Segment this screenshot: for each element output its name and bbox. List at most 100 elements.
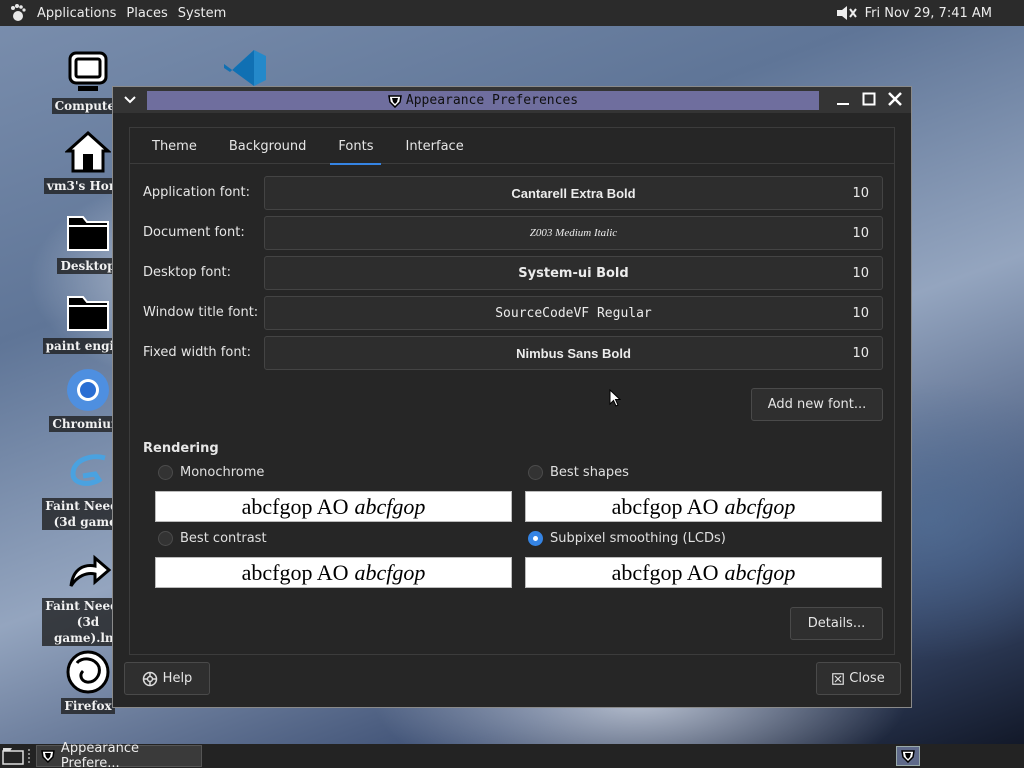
taskbar-item-label: Appearance Prefere...	[60, 741, 139, 768]
best-shapes-option[interactable]: Best shapes	[528, 465, 629, 480]
add-new-font-button[interactable]: Add new font...	[751, 388, 883, 421]
menu-places[interactable]: Places	[121, 0, 172, 26]
font-name: Z003 Medium Italic	[529, 227, 618, 239]
sample-text: abcfgop AO	[611, 559, 719, 585]
tab-bar: Theme Background Fonts Interface	[130, 128, 894, 165]
desktop-font-label: Desktop font:	[143, 265, 231, 280]
window-title-text: Appearance Preferences	[405, 93, 579, 108]
sample-italic-text: abcfgop	[724, 559, 796, 585]
best-contrast-radio[interactable]	[158, 531, 173, 546]
desktop-font-button[interactable]: System-ui Bold 10	[264, 256, 883, 290]
monochrome-radio[interactable]	[158, 465, 173, 480]
subpixel-smoothing-radio[interactable]	[528, 531, 543, 546]
details-button[interactable]: Details...	[790, 607, 883, 640]
appearance-tray-icon	[901, 750, 915, 763]
font-name: System-ui Bold	[518, 265, 629, 281]
firefox-icon	[66, 650, 110, 694]
mouse-pointer-icon	[609, 389, 621, 407]
appearance-app-icon	[388, 94, 402, 108]
taskbar-item-appearance[interactable]: Appearance Prefere...	[36, 741, 202, 768]
font-size: 10	[852, 346, 869, 361]
help-button[interactable]: Help	[124, 662, 210, 695]
desktop-icon-label: Firefox	[61, 698, 115, 714]
monochrome-option[interactable]: Monochrome	[158, 465, 264, 480]
folder-icon	[67, 216, 109, 251]
help-lifebuoy-icon	[142, 671, 157, 686]
home-icon	[65, 130, 111, 173]
volume-muted-icon[interactable]	[835, 3, 859, 23]
window-controls	[833, 89, 905, 109]
close-button[interactable]: Close	[816, 662, 901, 695]
vscode-icon[interactable]	[222, 48, 268, 88]
computer-icon	[68, 51, 108, 91]
best-shapes-radio[interactable]	[528, 465, 543, 480]
notebook-panel: Theme Background Fonts Interface Applica…	[129, 127, 895, 655]
gnome-foot-icon[interactable]	[8, 3, 28, 23]
font-name: Nimbus Sans Bold	[516, 345, 631, 361]
best-shapes-sample[interactable]: abcfgop AO abcfgop	[525, 491, 882, 522]
close-icon	[888, 92, 902, 106]
window-titlebar[interactable]: Appearance Preferences	[113, 87, 911, 113]
monochrome-label: Monochrome	[180, 465, 265, 480]
show-desktop-icon[interactable]	[2, 747, 24, 765]
sample-text: abcfgop AO	[611, 493, 719, 519]
font-size: 10	[852, 266, 869, 281]
font-name: Cantarell Extra Bold	[511, 185, 636, 201]
application-font-button[interactable]: Cantarell Extra Bold 10	[264, 176, 883, 210]
fixed-width-font-button[interactable]: Nimbus Sans Bold 10	[264, 336, 883, 370]
monochrome-sample[interactable]: abcfgop AO abcfgop	[155, 491, 512, 522]
menu-system[interactable]: System	[173, 0, 231, 26]
workspace-switcher[interactable]	[896, 746, 920, 766]
subpixel-smoothing-option[interactable]: Subpixel smoothing (LCDs)	[528, 531, 726, 546]
appearance-app-icon	[41, 750, 55, 763]
sample-text: abcfgop AO	[241, 559, 349, 585]
tab-theme[interactable]: Theme	[136, 128, 213, 164]
appearance-preferences-window: Appearance Preferences Theme Background …	[112, 86, 912, 708]
close-dialog-icon	[832, 672, 845, 685]
tab-interface[interactable]: Interface	[389, 128, 479, 164]
application-font-label: Application font:	[143, 185, 251, 200]
close-window-button[interactable]	[885, 89, 905, 109]
maximize-button[interactable]	[859, 89, 879, 109]
fixed-width-font-row: Fixed width font: Nimbus Sans Bold 10	[130, 336, 894, 370]
window-title-font-label: Window title font:	[143, 305, 259, 320]
tab-background[interactable]: Background	[213, 128, 323, 164]
window-title-font-button[interactable]: SourceCodeVF Regular 10	[264, 296, 883, 330]
application-font-row: Application font: Cantarell Extra Bold 1…	[130, 176, 894, 210]
font-size: 10	[852, 186, 869, 201]
best-shapes-label: Best shapes	[550, 465, 629, 480]
top-panel: Applications Places System Fri Nov 29, 7…	[0, 0, 1024, 26]
chevron-down-icon	[124, 96, 136, 104]
sample-italic-text: abcfgop	[354, 493, 426, 519]
document-font-label: Document font:	[143, 225, 245, 240]
close-label: Close	[849, 671, 885, 686]
fixed-width-font-label: Fixed width font:	[143, 345, 252, 360]
font-size: 10	[852, 306, 869, 321]
bottom-panel: Appearance Prefere...	[0, 741, 1024, 768]
tab-fonts[interactable]: Fonts	[322, 128, 389, 165]
folder-icon	[67, 296, 109, 331]
sample-italic-text: abcfgop	[354, 559, 426, 585]
minimize-button[interactable]	[833, 89, 853, 109]
document-font-button[interactable]: Z003 Medium Italic 10	[264, 216, 883, 250]
document-font-row: Document font: Z003 Medium Italic 10	[130, 216, 894, 250]
window-title: Appearance Preferences	[147, 91, 819, 110]
window-menu-button[interactable]	[113, 87, 147, 113]
game-icon	[70, 454, 106, 486]
font-size: 10	[852, 226, 869, 241]
maximize-icon	[862, 92, 876, 106]
desktop-icon-label: Desktop	[57, 258, 119, 274]
chromium-icon	[67, 369, 109, 411]
taskbar-separator	[28, 749, 32, 763]
best-contrast-label: Best contrast	[180, 531, 267, 546]
best-contrast-option[interactable]: Best contrast	[158, 531, 267, 546]
sample-italic-text: abcfgop	[724, 493, 796, 519]
menu-applications[interactable]: Applications	[32, 0, 121, 26]
shortcut-arrow-icon	[69, 554, 111, 587]
window-title-font-row: Window title font: SourceCodeVF Regular …	[130, 296, 894, 330]
sample-text: abcfgop AO	[241, 493, 349, 519]
clock[interactable]: Fri Nov 29, 7:41 AM	[865, 6, 992, 21]
rendering-section-title: Rendering	[143, 441, 219, 456]
subpixel-smoothing-sample[interactable]: abcfgop AO abcfgop	[525, 557, 882, 588]
best-contrast-sample[interactable]: abcfgop AO abcfgop	[155, 557, 512, 588]
